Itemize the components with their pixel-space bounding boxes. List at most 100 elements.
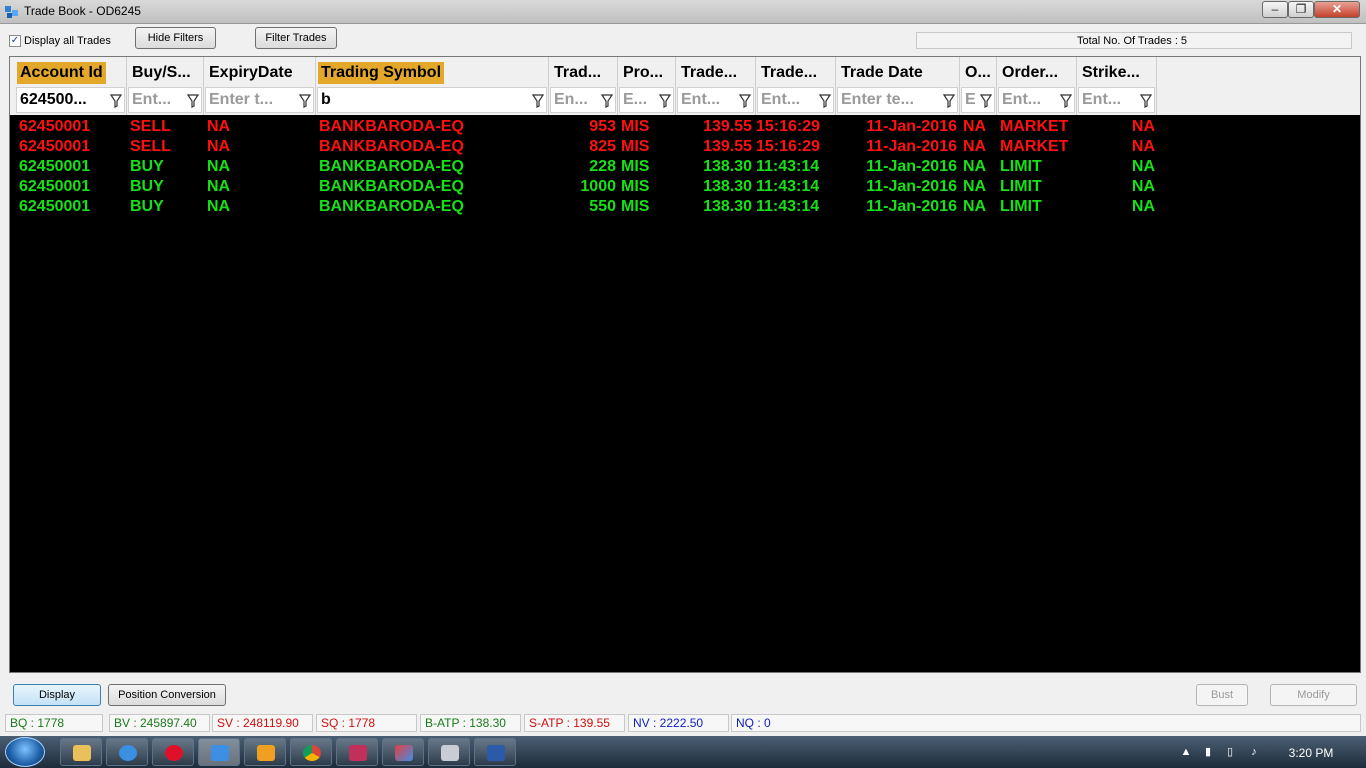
- column-filter-input[interactable]: E: [961, 87, 995, 113]
- column-header[interactable]: Trade Date: [838, 62, 926, 84]
- cell-strike: NA: [1131, 198, 1155, 215]
- column-header[interactable]: Pro...: [620, 62, 667, 84]
- filter-funnel-icon[interactable]: [980, 94, 992, 108]
- battery-icon[interactable]: ▯: [1224, 746, 1236, 758]
- column-filter-input[interactable]: 624500...: [16, 87, 125, 113]
- chrome-icon[interactable]: [290, 738, 332, 766]
- cell-qty: 550: [589, 198, 616, 215]
- column-header[interactable]: O...: [962, 62, 994, 84]
- cell-o: NA: [963, 138, 987, 155]
- column-header[interactable]: Account Id: [17, 62, 106, 84]
- cell-time: 11:43:14: [756, 198, 820, 215]
- column-filter-input[interactable]: b: [317, 87, 547, 113]
- column-filter-input[interactable]: Enter t...: [205, 87, 314, 113]
- minimize-button[interactable]: –: [1262, 1, 1288, 18]
- status-bv: BV : 245897.40: [109, 714, 210, 732]
- triangle-app-icon[interactable]: [382, 738, 424, 766]
- column-filter-input[interactable]: Enter te...: [837, 87, 958, 113]
- hide-filters-button[interactable]: Hide Filters: [135, 27, 216, 49]
- cell-o: NA: [963, 178, 987, 195]
- app-icon[interactable]: [336, 738, 378, 766]
- cell-strike: NA: [1131, 118, 1155, 135]
- status-bq: BQ : 1778: [5, 714, 103, 732]
- column-header[interactable]: Strike...: [1079, 62, 1143, 84]
- cell-account: 62450001: [19, 118, 91, 135]
- trade-app-icon[interactable]: [198, 738, 240, 766]
- filter-text: Ent...: [1082, 91, 1122, 108]
- column-6: Trade... Ent...: [676, 57, 756, 115]
- column-8: Trade Date Enter te...: [836, 57, 960, 115]
- volume-icon[interactable]: ♪: [1248, 746, 1260, 758]
- filter-funnel-icon[interactable]: [1060, 94, 1072, 108]
- column-filter-input[interactable]: E...: [619, 87, 674, 113]
- cell-date: 11-Jan-2016: [866, 178, 957, 195]
- position-conversion-button[interactable]: Position Conversion: [108, 684, 226, 706]
- trade-grid: Account Id 624500... Buy/S... Ent... ExpiryD…: [9, 56, 1361, 673]
- column-11: Strike... Ent...: [1077, 57, 1157, 115]
- maximize-button[interactable]: ❐: [1288, 1, 1314, 18]
- modify-button[interactable]: Modify: [1270, 684, 1357, 706]
- show-hidden-icons-icon[interactable]: ▲: [1180, 746, 1192, 758]
- cell-expiry: NA: [207, 178, 231, 195]
- filter-funnel-icon[interactable]: [819, 94, 831, 108]
- column-header[interactable]: Trade...: [758, 62, 821, 84]
- cell-buysell: SELL: [130, 138, 171, 155]
- cell-strike: NA: [1131, 158, 1155, 175]
- filter-trades-button[interactable]: Filter Trades: [255, 27, 337, 49]
- table-row[interactable]: 62450001 BUY NA BANKBARODA-EQ 550 MIS 138.30 11…: [10, 197, 1360, 217]
- column-header[interactable]: Order...: [999, 62, 1062, 84]
- column-header[interactable]: Buy/S...: [129, 62, 194, 84]
- cell-account: 62450001: [19, 138, 91, 155]
- cell-symbol: BANKBARODA-EQ: [319, 158, 464, 175]
- column-header[interactable]: Trading Symbol: [318, 62, 445, 84]
- filter-funnel-icon[interactable]: [739, 94, 751, 108]
- calculator-icon[interactable]: [428, 738, 470, 766]
- filter-funnel-icon[interactable]: [601, 94, 613, 108]
- close-button[interactable]: ✕: [1314, 1, 1360, 18]
- column-filter-input[interactable]: Ent...: [757, 87, 834, 113]
- cell-order-type: MARKET: [1000, 138, 1069, 155]
- table-row[interactable]: 62450001 SELL NA BANKBARODA-EQ 953 MIS 139.55 1…: [10, 117, 1360, 137]
- column-filter-input[interactable]: Ent...: [677, 87, 754, 113]
- display-button[interactable]: Display: [13, 684, 101, 706]
- cell-price: 138.30: [703, 198, 752, 215]
- display-all-trades-checkbox[interactable]: ✓ Display all Trades: [9, 35, 111, 47]
- clock[interactable]: 3:20 PM: [1276, 746, 1346, 760]
- cell-product: MIS: [621, 198, 650, 215]
- filter-funnel-icon[interactable]: [532, 94, 544, 108]
- column-filter-input[interactable]: Ent...: [998, 87, 1075, 113]
- media-player-icon[interactable]: [244, 738, 286, 766]
- windows-start-icon[interactable]: [5, 737, 45, 767]
- status-bar: BQ : 1778 BV : 245897.40 SV : 248119.90 …: [0, 712, 1366, 734]
- file-explorer-icon[interactable]: [60, 738, 102, 766]
- filter-text: Enter t...: [209, 91, 274, 108]
- cell-expiry: NA: [207, 198, 231, 215]
- filter-funnel-icon[interactable]: [659, 94, 671, 108]
- table-row[interactable]: 62450001 BUY NA BANKBARODA-EQ 228 MIS 138.30 11…: [10, 157, 1360, 177]
- column-header[interactable]: ExpiryDate: [206, 62, 296, 84]
- signal-icon[interactable]: ▮: [1202, 746, 1214, 758]
- cell-buysell: BUY: [130, 178, 164, 195]
- word-icon[interactable]: [474, 738, 516, 766]
- opera-icon[interactable]: [152, 738, 194, 766]
- filter-funnel-icon[interactable]: [110, 94, 122, 108]
- column-5: Pro... E...: [618, 57, 676, 115]
- checkbox-check-icon[interactable]: ✓: [9, 35, 21, 47]
- column-header[interactable]: Trad...: [551, 62, 605, 84]
- table-row[interactable]: 62450001 SELL NA BANKBARODA-EQ 825 MIS 139.55 1…: [10, 137, 1360, 157]
- cell-product: MIS: [621, 178, 650, 195]
- column-filter-input[interactable]: En...: [550, 87, 616, 113]
- window-title: Trade Book - OD6245: [24, 4, 141, 18]
- cell-buysell: BUY: [130, 198, 164, 215]
- filter-funnel-icon[interactable]: [187, 94, 199, 108]
- column-filter-input[interactable]: Ent...: [128, 87, 202, 113]
- filter-funnel-icon[interactable]: [299, 94, 311, 108]
- filter-funnel-icon[interactable]: [1140, 94, 1152, 108]
- column-header[interactable]: Trade...: [678, 62, 741, 84]
- internet-explorer-icon[interactable]: [106, 738, 148, 766]
- column-10: Order... Ent...: [997, 57, 1077, 115]
- bust-button[interactable]: Bust: [1196, 684, 1248, 706]
- column-filter-input[interactable]: Ent...: [1078, 87, 1155, 113]
- filter-funnel-icon[interactable]: [943, 94, 955, 108]
- table-row[interactable]: 62450001 BUY NA BANKBARODA-EQ 1000 MIS 138.30 1…: [10, 177, 1360, 197]
